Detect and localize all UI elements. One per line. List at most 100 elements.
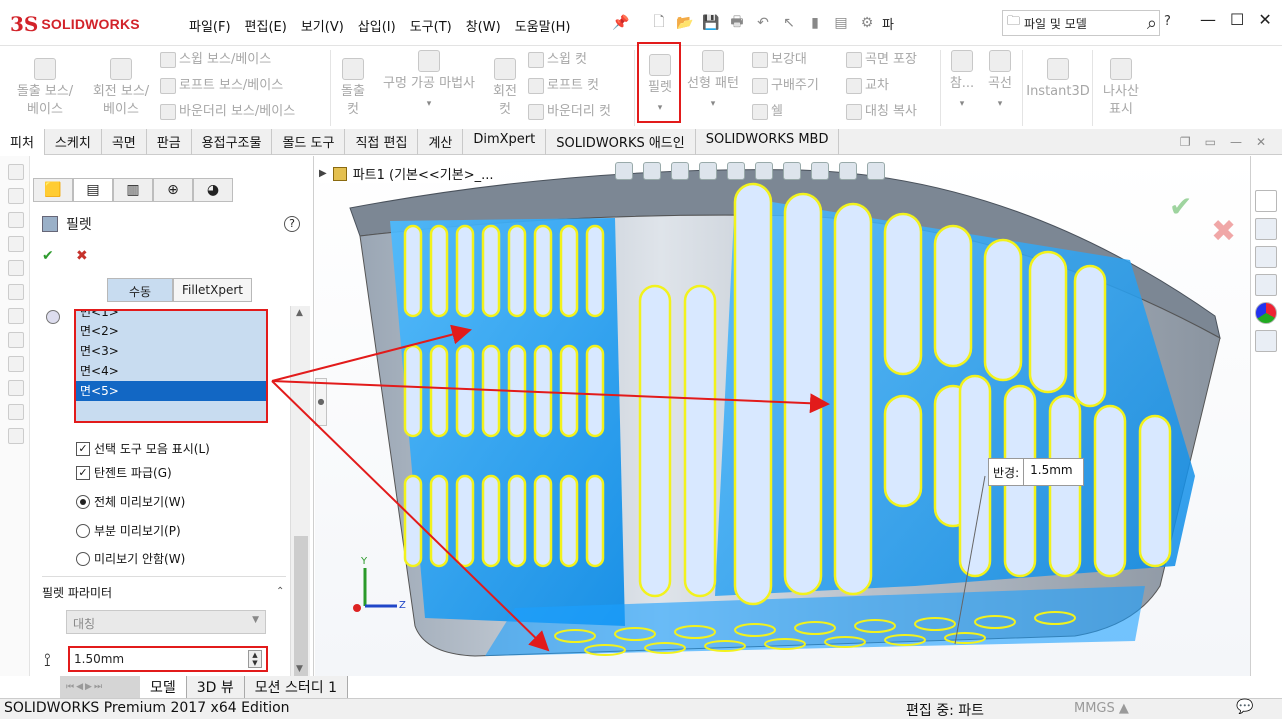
appearance-icon[interactable] [811,162,829,180]
search-box[interactable]: 🗀 파일 및 모델 ⌕ [1002,10,1160,36]
revolve-cut-button[interactable]: 회전 컷 [488,58,522,120]
strip-tool-icon[interactable] [8,260,24,276]
pm-help-icon[interactable]: ? [284,216,300,232]
strip-tool-icon[interactable] [8,428,24,444]
select-icon[interactable]: ↖ [778,12,800,34]
prev-tab-icon[interactable]: ◀ [76,682,83,692]
pm-scrollbar[interactable]: ▲ ▼ [290,306,310,710]
menu-file[interactable]: 파일(F) [182,14,238,37]
tab-surfaces[interactable]: 곡면 [102,129,147,155]
search-scope-label[interactable]: 파일 및 모델 [1024,15,1087,32]
strip-tool-icon[interactable] [8,332,24,348]
menu-window[interactable]: 창(W) [459,14,508,37]
menu-view[interactable]: 보기(V) [294,14,351,37]
reference-geometry-dropdown-icon[interactable]: ▾ [960,94,965,114]
tab-features[interactable]: 피처 [0,129,45,155]
loft-boss-button[interactable]: 로프트 보스/베이스 [160,76,283,96]
restore-doc-icon[interactable]: ❐ [1180,135,1191,149]
open-icon[interactable]: 📂 [674,12,696,34]
intersect-button[interactable]: 교차 [846,76,889,96]
pin-icon[interactable]: 📌 [612,15,629,31]
last-tab-icon[interactable]: ⏭ [94,682,102,692]
radius-input-value[interactable]: 1.50mm [74,652,124,666]
revolve-boss-button[interactable]: 회전 보스/ 베이스 [84,58,158,120]
boundary-cut-button[interactable]: 바운더리 컷 [528,102,611,122]
faces-to-fillet-list[interactable]: 면<1> 면<2> 면<3> 면<4> 면<5> [74,309,268,423]
rebuild-icon[interactable]: ▮ [804,12,826,34]
tab-direct-editing[interactable]: 직접 편집 [345,129,419,155]
curves-dropdown-icon[interactable]: ▾ [998,94,1003,114]
ok-button[interactable]: ✔ [42,248,54,264]
tab-motion-study[interactable]: 모션 스터디 1 [245,676,349,698]
full-preview-radio[interactable] [76,494,90,509]
sweep-cut-button[interactable]: 스윕 컷 [528,50,587,70]
strip-tool-icon[interactable] [8,356,24,372]
strip-tool-icon[interactable] [8,404,24,420]
file-explorer-icon[interactable] [1255,246,1277,268]
view-orientation-icon[interactable] [727,162,745,180]
draft-button[interactable]: 구배주기 [752,76,819,96]
no-preview-radio[interactable] [76,551,90,566]
fillet-profile-select[interactable]: 대칭 ▼ [66,610,266,634]
scroll-up-icon[interactable]: ▲ [296,308,303,318]
curves-button[interactable]: 곡선 ▾ [982,50,1018,114]
strip-tool-icon[interactable] [8,164,24,180]
menu-tools[interactable]: 도구(T) [403,14,459,37]
close-button[interactable]: ✕ [1258,10,1271,29]
menu-insert[interactable]: 삽입(I) [351,14,403,37]
minimize-button[interactable]: — [1200,10,1216,29]
extrude-cut-button[interactable]: 돌출 컷 [336,58,370,120]
shell-button[interactable]: 쉘 [752,102,783,122]
strip-tool-icon[interactable] [8,236,24,252]
confirm-corner-cancel-icon[interactable]: ✖ [1211,214,1236,249]
strip-tool-icon[interactable] [8,212,24,228]
appearances-icon[interactable] [1255,302,1277,324]
solidworks-logo[interactable]: 3S SOLIDWORKS [10,11,156,37]
tab-sheet-metal[interactable]: 판금 [147,129,192,155]
first-tab-icon[interactable]: ⏮ [66,682,74,692]
scene-icon[interactable] [839,162,857,180]
tangent-propagation-checkbox[interactable]: ✓ [76,465,90,480]
mirror-button[interactable]: 대칭 복사 [846,102,917,122]
minimize-doc-icon[interactable]: — [1230,135,1242,149]
feature-manager-tab-icon[interactable]: 🟨 [33,178,73,202]
partial-preview-radio[interactable] [76,523,90,538]
unit-system[interactable]: MMGS ▲ [1074,701,1129,716]
previous-view-icon[interactable] [671,162,689,180]
show-selection-toolbar-checkbox[interactable]: ✓ [76,441,90,456]
sweep-boss-button[interactable]: 스윕 보스/베이스 [160,50,271,70]
next-tab-icon[interactable]: ▶ [85,682,92,692]
flyout-feature-tree[interactable]: ▶ 파트1 (기본<<기본>_... [319,164,494,183]
reference-geometry-button[interactable]: 참... ▾ [944,50,980,114]
extrude-boss-button[interactable]: 돌출 보스/ 베이스 [8,58,82,120]
hole-wizard-dropdown-icon[interactable]: ▾ [427,94,432,114]
rib-button[interactable]: 보강대 [752,50,807,70]
scroll-down-icon[interactable]: ▼ [296,664,303,674]
chat-icon[interactable]: 💬 [1236,699,1253,715]
menu-edit[interactable]: 편집(E) [238,14,294,37]
property-manager-tab-icon[interactable]: ▤ [73,178,113,202]
no-preview-option[interactable]: 미리보기 안함(W) [76,550,185,567]
maximize-button[interactable]: ☐ [1230,10,1244,29]
home-icon[interactable] [1255,190,1277,212]
filletxpert-mode-button[interactable]: FilletXpert [173,278,252,302]
tab-mbd[interactable]: SOLIDWORKS MBD [696,129,840,155]
qat-trailing-text[interactable]: 파 [882,14,894,33]
partial-preview-option[interactable]: 부분 미리보기(P) [76,522,181,539]
tab-3d-view[interactable]: 3D 뷰 [187,676,245,698]
strip-tool-icon[interactable] [8,308,24,324]
radius-spinner[interactable]: ▲ ▼ [248,650,262,668]
tangent-propagation-option[interactable]: ✓ 탄젠트 파급(G) [76,464,172,481]
expand-arrow-icon[interactable]: ▶ [319,168,327,179]
options-gear-icon[interactable]: ⚙ [856,12,878,34]
model-viewport[interactable] [315,156,1250,676]
configuration-manager-tab-icon[interactable]: ▥ [113,178,153,202]
close-doc-icon[interactable]: ✕ [1256,135,1266,149]
tab-weldments[interactable]: 용접구조물 [192,129,273,155]
dimxpert-manager-tab-icon[interactable]: ⊕ [153,178,193,202]
display-style-icon[interactable] [755,162,773,180]
zoom-to-fit-icon[interactable] [615,162,633,180]
search-icon[interactable]: ⌕ [1147,13,1159,34]
confirm-corner-ok-icon[interactable]: ✔ [1169,190,1192,223]
undo-icon[interactable]: ↶ [752,12,774,34]
